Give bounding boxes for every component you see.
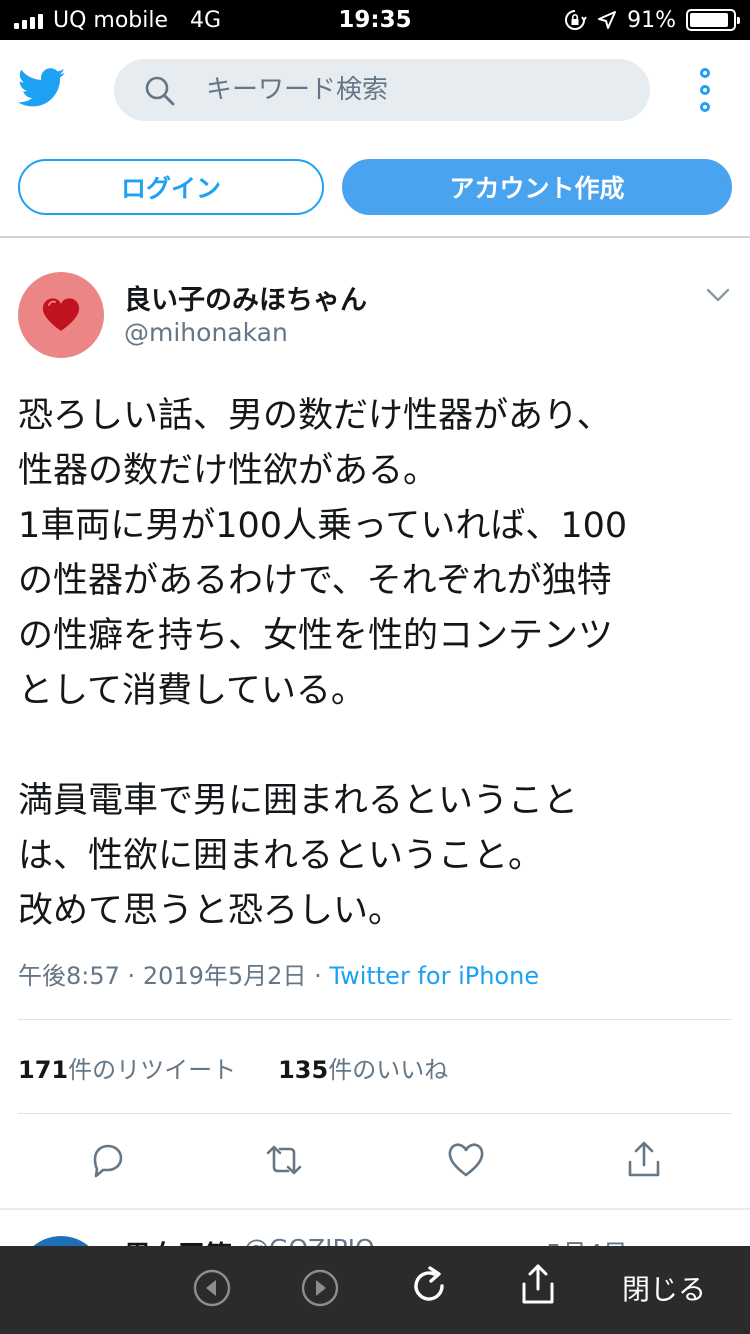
retweets-count: 171 [18,1056,69,1084]
tweet-text-line: 1車両に男が100人乗っていれば、100 [18,506,628,546]
search-icon [145,76,175,106]
tweet-text: 恐ろしい話、男の数だけ性器があり、 性器の数だけ性欲がある。 1車両に男が100… [18,389,736,939]
tweet-source-link[interactable]: Twitter for iPhone [329,962,539,990]
next-tweet[interactable]: 男女平等 @GOZIPIO 5月4日 [0,1210,750,1246]
tweet-time: 午後8:57 [18,962,120,990]
user-handle[interactable]: @mihonakan [124,318,288,347]
battery-percent: 91% [627,7,676,33]
avatar[interactable] [18,272,104,358]
likes-label: 件のいいね [328,1056,449,1084]
tweet-text-line [18,719,736,774]
user-handle[interactable]: @GOZIPIO [244,1234,375,1246]
more-vertical-icon[interactable] [690,68,720,112]
reload-icon[interactable] [406,1262,454,1310]
display-name[interactable]: 男女平等 [124,1234,232,1246]
heart-icon [42,298,80,331]
retweets-label: 件のリツイート [68,1056,237,1084]
divider [18,1019,732,1020]
twitter-bird-icon[interactable] [18,68,66,108]
search-input[interactable] [206,59,626,121]
tweet-stats: 171件のリツイート 135件のいいね [18,1050,448,1085]
tweet-text-line: は、性欲に囲まれるということ。 [18,836,544,876]
likes-count: 135 [278,1056,329,1084]
chevron-down-icon[interactable] [704,282,732,308]
search-bar[interactable] [114,59,650,121]
reply-icon[interactable] [87,1140,127,1180]
tweet-text-line: として消費している。 [18,671,366,711]
like-icon[interactable] [446,1140,486,1180]
tweet-meta: 午後8:57 · 2019年5月2日 · Twitter for iPhone [18,956,539,991]
tweet-text-line: 性器の数だけ性欲がある。 [18,451,439,491]
forward-icon[interactable] [298,1266,342,1310]
tweet-text-line: の性器があるわけで、それぞれが独特 [18,561,612,601]
avatar[interactable] [18,1236,104,1246]
signup-button[interactable]: アカウント作成 [342,159,732,215]
tweet-text-line: 満員電車で男に囲まれるということ [18,781,579,821]
login-button[interactable]: ログイン [18,159,324,215]
header [0,40,750,140]
display-name[interactable]: 良い子のみほちゃん [124,278,367,317]
meta-separator: · [127,962,136,990]
orientation-lock-icon [565,10,587,30]
status-bar: UQ mobile 4G 19:35 91% [0,0,750,40]
retweets-stat[interactable]: 171件のリツイート [18,1050,236,1085]
share-icon[interactable] [516,1262,560,1306]
tweet-text-line: 恐ろしい話、男の数だけ性器があり、 [18,396,612,436]
tweet-text-line: 改めて思うと恐ろしい。 [18,891,404,931]
battery-icon [686,9,740,31]
close-button[interactable]: 閉じる [622,1268,706,1308]
tweet-date: 5月4日 [546,1234,628,1246]
likes-stat[interactable]: 135件のいいね [278,1050,448,1085]
meta-separator: · [314,962,322,990]
location-arrow-icon [598,11,617,29]
share-icon[interactable] [624,1140,664,1180]
tweet-text-line: の性癖を持ち、女性を性的コンテンツ [18,616,614,656]
back-icon[interactable] [190,1266,234,1310]
tweet-date: 2019年5月2日 [142,962,307,990]
retweet-icon[interactable] [264,1140,304,1180]
browser-toolbar: 閉じる [0,1246,750,1334]
divider [18,1113,732,1114]
divider [0,236,750,238]
